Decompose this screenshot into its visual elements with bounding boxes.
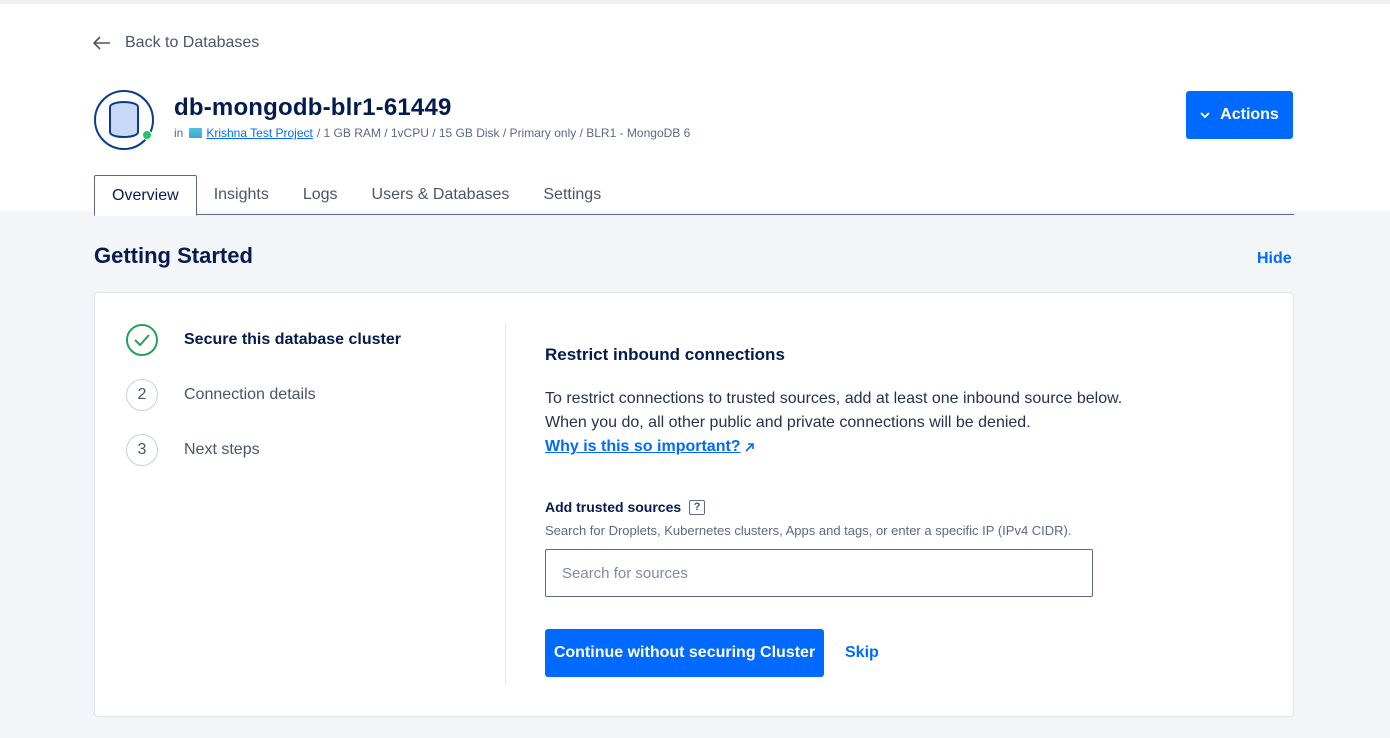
meta-prefix: in [174, 126, 184, 140]
project-link[interactable]: Krishna Test Project [206, 126, 313, 140]
skip-link[interactable]: Skip [845, 644, 879, 662]
step-secure[interactable]: Secure this database cluster [126, 324, 401, 356]
status-online-icon [142, 130, 152, 140]
step-label: Connection details [184, 386, 316, 403]
project-icon [189, 128, 203, 138]
divider [505, 324, 506, 684]
step-label: Next steps [184, 441, 260, 458]
step-number: 3 [126, 434, 158, 466]
panel-description: To restrict connections to trusted sourc… [545, 387, 1165, 459]
database-specs: / 1 GB RAM / 1vCPU / 15 GB Disk / Primar… [316, 126, 691, 140]
field-hint: Search for Droplets, Kubernetes clusters… [545, 523, 1072, 538]
actions-label: Actions [1220, 106, 1279, 123]
database-avatar [94, 90, 154, 150]
chevron-down-icon [1200, 111, 1210, 118]
tab-overview[interactable]: Overview [94, 175, 197, 216]
continue-without-securing-button[interactable]: Continue without securing Cluster [545, 629, 824, 677]
tab-settings[interactable]: Settings [526, 175, 618, 215]
external-link-icon [744, 442, 754, 452]
why-link-label: Why is this so important? [545, 438, 741, 455]
database-icon [109, 101, 139, 139]
tab-logs[interactable]: Logs [286, 175, 355, 215]
checkmark-icon [126, 324, 158, 356]
back-to-databases-link[interactable]: Back to Databases [93, 34, 259, 52]
getting-started-card: Secure this database cluster 2 Connectio… [94, 292, 1294, 717]
tab-users-databases[interactable]: Users & Databases [355, 175, 527, 215]
tab-insights[interactable]: Insights [197, 175, 286, 215]
page-header: Back to Databases db-mongodb-blr1-61449 … [0, 0, 1390, 216]
arrow-left-icon [93, 36, 110, 50]
database-title: db-mongodb-blr1-61449 [174, 94, 452, 121]
field-label-text: Add trusted sources [545, 499, 682, 515]
step-next-steps[interactable]: 3 Next steps [126, 434, 260, 466]
description-line-1: To restrict connections to trusted sourc… [545, 390, 1123, 407]
search-sources-input[interactable] [545, 549, 1093, 597]
description-line-2: When you do, all other public and privat… [545, 414, 1031, 431]
database-meta: in Krishna Test Project / 1 GB RAM / 1vC… [174, 126, 690, 140]
step-connection-details[interactable]: 2 Connection details [126, 379, 316, 411]
why-important-link[interactable]: Why is this so important? [545, 435, 754, 459]
back-label: Back to Databases [125, 34, 260, 51]
step-label: Secure this database cluster [184, 331, 401, 348]
tab-bar: Overview Insights Logs Users & Databases… [94, 175, 1294, 216]
actions-button[interactable]: Actions [1186, 91, 1293, 139]
trusted-sources-label: Add trusted sources ? [545, 499, 706, 515]
panel-heading: Restrict inbound connections [545, 345, 785, 364]
getting-started-title: Getting Started [94, 243, 253, 268]
restrict-panel: Restrict inbound connections To restrict… [545, 345, 1165, 677]
help-icon[interactable]: ? [689, 499, 706, 515]
step-number: 2 [126, 379, 158, 411]
hide-link[interactable]: Hide [1257, 250, 1292, 268]
